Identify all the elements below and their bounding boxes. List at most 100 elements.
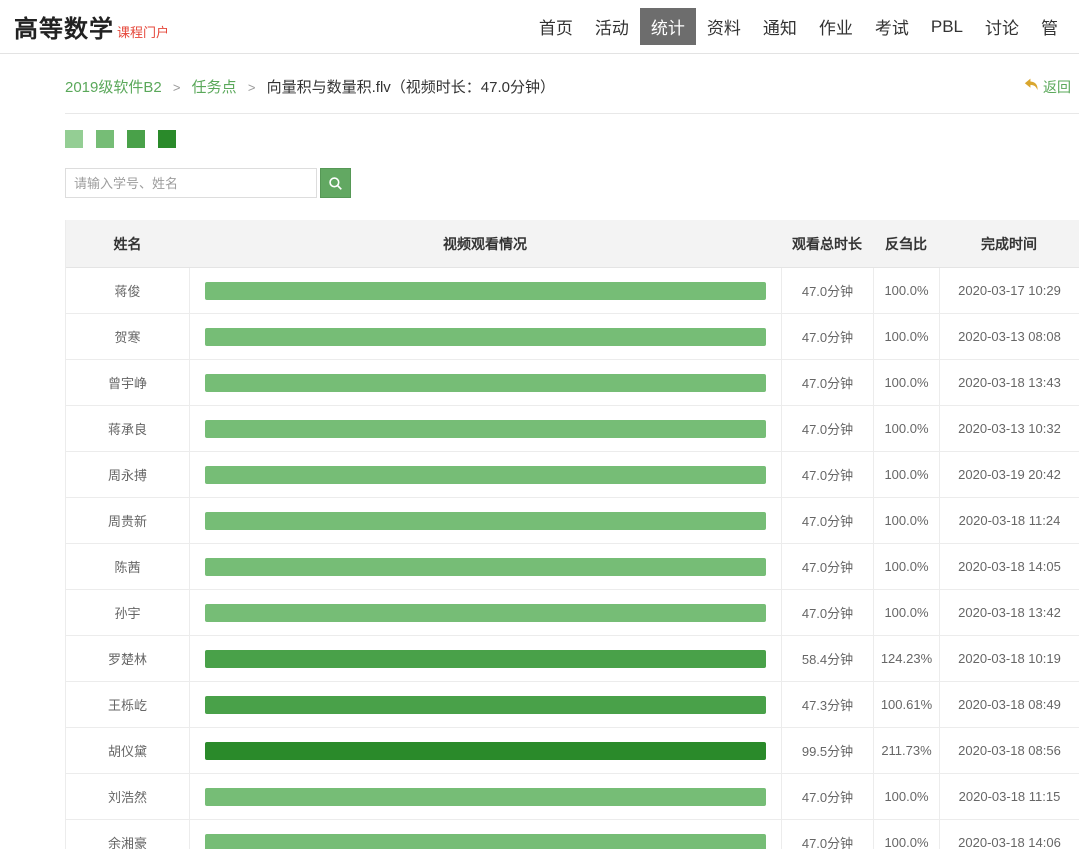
nav-item[interactable]: 通知	[752, 8, 808, 45]
column-header: 视频观看情况	[189, 234, 781, 254]
logo-title: 高等数学	[14, 9, 114, 44]
back-button[interactable]: 返回	[1024, 77, 1071, 97]
completion-time: 2020-03-18 13:42	[939, 590, 1079, 635]
nav-item[interactable]: 管	[1030, 8, 1069, 45]
table-row: 贺寒 47.0分钟100.0%2020-03-13 08:08	[66, 314, 1079, 360]
progress-bar	[205, 650, 766, 668]
completion-time: 2020-03-18 14:05	[939, 544, 1079, 589]
student-name: 贺寒	[66, 314, 189, 359]
progress-bar	[205, 374, 766, 392]
search-button[interactable]	[320, 168, 351, 198]
site-logo[interactable]: 高等数学 课程门户	[14, 9, 169, 44]
nav-item[interactable]: 首页	[528, 8, 584, 45]
progress-bar	[205, 834, 766, 849]
watch-progress-cell	[189, 820, 781, 849]
column-header: 完成时间	[939, 234, 1079, 254]
watch-progress-cell	[189, 314, 781, 359]
student-name: 周永搏	[66, 452, 189, 497]
nav-item[interactable]: 讨论	[974, 8, 1030, 45]
completion-time: 2020-03-13 10:32	[939, 406, 1079, 451]
search-bar	[65, 168, 1079, 198]
watch-progress-cell	[189, 636, 781, 681]
rumination-ratio: 100.0%	[873, 774, 939, 819]
rumination-ratio: 100.61%	[873, 682, 939, 727]
breadcrumb-current-title: 向量积与数量积.flv（视频时长：47.0分钟）	[267, 79, 555, 96]
student-name: 蒋承良	[66, 406, 189, 451]
nav-item[interactable]: 统计	[640, 8, 696, 45]
completion-time: 2020-03-19 20:42	[939, 452, 1079, 497]
legend-swatch	[65, 130, 83, 148]
watch-duration: 47.0分钟	[781, 314, 873, 359]
progress-bar	[205, 604, 766, 622]
progress-bar	[205, 742, 766, 760]
watch-progress-cell	[189, 590, 781, 635]
watch-progress-cell	[189, 728, 781, 773]
student-name: 胡仪黛	[66, 728, 189, 773]
search-icon	[328, 176, 343, 191]
rumination-ratio: 100.0%	[873, 452, 939, 497]
watch-progress-cell	[189, 774, 781, 819]
breadcrumb-separator: >	[173, 80, 181, 95]
rumination-ratio: 100.0%	[873, 406, 939, 451]
table-row: 周贵新47.0分钟100.0%2020-03-18 11:24	[66, 498, 1079, 544]
table-body: 蒋俊47.0分钟100.0%2020-03-17 10:29贺寒47.0分钟10…	[66, 268, 1079, 849]
rumination-ratio: 100.0%	[873, 314, 939, 359]
progress-bar	[205, 328, 766, 346]
watch-duration: 99.5分钟	[781, 728, 873, 773]
table-row: 孙宇47.0分钟100.0%2020-03-18 13:42	[66, 590, 1079, 636]
breadcrumb-class-link[interactable]: 2019级软件B2	[65, 79, 162, 96]
table-row: 胡仪黛99.5分钟211.73%2020-03-18 08:56	[66, 728, 1079, 774]
nav-item[interactable]: 作业	[808, 8, 864, 45]
table-row: 余湘豪47.0分钟100.0%2020-03-18 14:06	[66, 820, 1079, 849]
watch-duration: 47.0分钟	[781, 268, 873, 313]
progress-bar	[205, 558, 766, 576]
breadcrumb-separator: >	[248, 80, 256, 95]
completion-time: 2020-03-18 08:49	[939, 682, 1079, 727]
nav-item[interactable]: 考试	[864, 8, 920, 45]
rumination-ratio: 124.23%	[873, 636, 939, 681]
completion-time: 2020-03-17 10:29	[939, 268, 1079, 313]
breadcrumb-trail: 2019级软件B2 > 任务点 > 向量积与数量积.flv（视频时长：47.0分…	[65, 76, 555, 97]
completion-time: 2020-03-13 08:08	[939, 314, 1079, 359]
table-row: 罗楚林58.4分钟124.23%2020-03-18 10:19	[66, 636, 1079, 682]
progress-bar	[205, 466, 766, 484]
completion-time: 2020-03-18 13:43	[939, 360, 1079, 405]
watch-duration: 47.3分钟	[781, 682, 873, 727]
nav-item[interactable]: PBL	[920, 11, 974, 43]
watch-duration: 47.0分钟	[781, 360, 873, 405]
progress-bar	[205, 420, 766, 438]
table-row: 蒋俊 47.0分钟100.0%2020-03-17 10:29	[66, 268, 1079, 314]
student-name: 孙宇	[66, 590, 189, 635]
progress-bar	[205, 512, 766, 530]
back-arrow-icon	[1024, 78, 1039, 96]
student-name: 陈茜	[66, 544, 189, 589]
rumination-ratio: 211.73%	[873, 728, 939, 773]
watch-duration: 58.4分钟	[781, 636, 873, 681]
student-name: 罗楚林	[66, 636, 189, 681]
rumination-ratio: 100.0%	[873, 544, 939, 589]
student-name: 余湘豪	[66, 820, 189, 849]
watch-progress-cell	[189, 682, 781, 727]
main-content: 2019级软件B2 > 任务点 > 向量积与数量积.flv（视频时长：47.0分…	[65, 54, 1079, 849]
table-row: 曾宇峥47.0分钟100.0%2020-03-18 13:43	[66, 360, 1079, 406]
nav-item[interactable]: 资料	[696, 8, 752, 45]
rumination-ratio: 100.0%	[873, 360, 939, 405]
table-row: 刘浩然47.0分钟100.0%2020-03-18 11:15	[66, 774, 1079, 820]
rumination-ratio: 100.0%	[873, 590, 939, 635]
progress-bar	[205, 788, 766, 806]
completion-time: 2020-03-18 14:06	[939, 820, 1079, 849]
search-input[interactable]	[65, 168, 317, 198]
top-header: 高等数学 课程门户 首页活动统计资料通知作业考试PBL讨论管	[0, 0, 1079, 54]
student-name: 王栎屹	[66, 682, 189, 727]
column-header: 姓名	[66, 234, 189, 254]
rumination-ratio: 100.0%	[873, 268, 939, 313]
table-row: 蒋承良47.0分钟100.0%2020-03-13 10:32	[66, 406, 1079, 452]
student-name: 蒋俊	[66, 268, 189, 313]
breadcrumb-section-link[interactable]: 任务点	[192, 79, 237, 96]
watch-duration: 47.0分钟	[781, 452, 873, 497]
watch-progress-cell	[189, 498, 781, 543]
progress-bar	[205, 282, 766, 300]
table-row: 王栎屹 47.3分钟100.61%2020-03-18 08:49	[66, 682, 1079, 728]
table-row: 周永搏 47.0分钟100.0%2020-03-19 20:42	[66, 452, 1079, 498]
nav-item[interactable]: 活动	[584, 8, 640, 45]
